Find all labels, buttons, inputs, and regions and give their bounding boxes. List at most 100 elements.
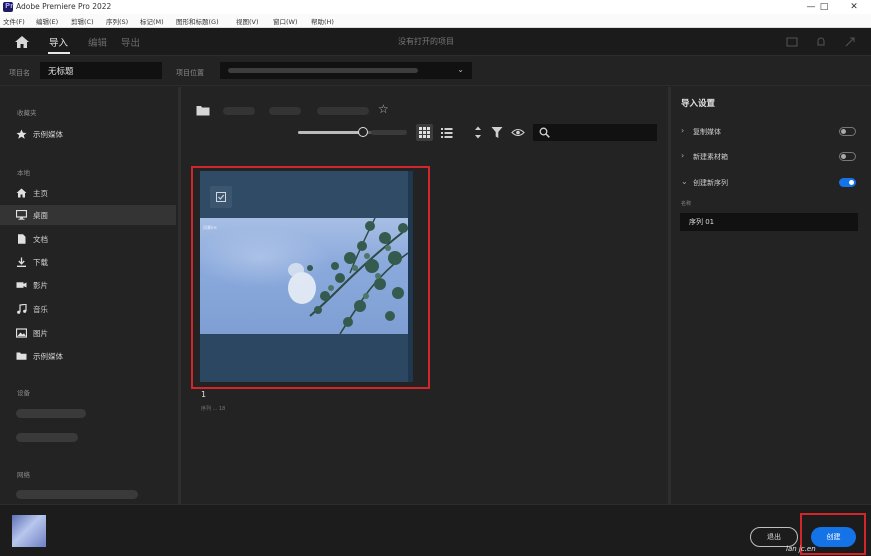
setting-label: 新建素材箱: [693, 153, 728, 161]
sidebar-heading-devices: 设备: [17, 389, 30, 397]
clip-name: 1: [201, 390, 207, 399]
sidebar-item-pictures[interactable]: 图片: [0, 323, 176, 343]
grid-icon: [419, 127, 430, 138]
sidebar-item-documents[interactable]: 文档: [0, 229, 176, 249]
watermark-text: lan jc.en: [786, 545, 816, 553]
zoom-slider-thumb[interactable]: [358, 127, 368, 137]
sidebar-item-label: 影片: [33, 281, 48, 290]
setting-label: 复制媒体: [693, 128, 721, 136]
folder-icon[interactable]: [196, 105, 210, 116]
filter-icon[interactable]: [490, 126, 504, 139]
home-icon[interactable]: [14, 35, 30, 49]
zoom-slider-rest: [371, 130, 407, 135]
document-icon: [18, 234, 26, 244]
sidebar-item-videos[interactable]: 影片: [0, 275, 176, 295]
workspace-icon[interactable]: [786, 36, 798, 48]
tab-import[interactable]: 导入: [49, 35, 68, 49]
zoom-slider-fill: [298, 131, 364, 134]
project-title: 没有打开的项目: [398, 37, 454, 46]
project-location-select[interactable]: ⌄: [220, 62, 472, 79]
device-item-blurred[interactable]: [16, 433, 78, 442]
list-view-icon[interactable]: [440, 126, 454, 139]
sidebar-item-label: 主页: [33, 189, 48, 198]
sidebar-item-label: 示例媒体: [33, 352, 63, 361]
menu-markers[interactable]: 标记(M): [140, 16, 164, 26]
device-item-blurred[interactable]: [16, 409, 86, 418]
setting-new-bin[interactable]: › 新建素材箱: [671, 148, 871, 166]
sidebar-item-sample-media-favorite[interactable]: 示例媒体: [0, 124, 176, 144]
search-field[interactable]: [533, 124, 657, 141]
active-tab-indicator: [48, 52, 70, 54]
window-title: Adobe Premiere Pro 2022: [16, 2, 112, 11]
create-sequence-toggle[interactable]: [839, 178, 856, 187]
menu-file[interactable]: 文件(F): [3, 16, 25, 26]
chevron-down-icon: ⌄: [681, 177, 688, 186]
desktop-icon: [16, 210, 27, 220]
preview-eye-icon[interactable]: [511, 126, 525, 139]
setting-create-sequence[interactable]: ⌄ 创建新序列: [671, 174, 871, 192]
network-item-blurred[interactable]: [16, 490, 138, 499]
file-sidebar: 收藏夹 示例媒体 本地 主页 桌面 文档 下载 影片 音乐 图片 示例媒体 设备…: [0, 87, 178, 504]
star-icon[interactable]: ☆: [378, 102, 389, 116]
menu-clip[interactable]: 剪辑(C): [71, 16, 94, 26]
sidebar-heading-network: 网络: [17, 471, 30, 479]
chevron-right-icon: ›: [681, 126, 685, 135]
project-name-label: 项目名: [9, 69, 30, 77]
menu-edit[interactable]: 编辑(E): [36, 16, 58, 26]
sidebar-item-label: 示例媒体: [33, 130, 63, 139]
import-settings-title: 导入设置: [681, 99, 716, 109]
grid-view-button[interactable]: [416, 124, 433, 141]
sidebar-item-music[interactable]: 音乐: [0, 299, 176, 319]
new-bin-toggle[interactable]: [839, 152, 856, 161]
breadcrumb-blurred[interactable]: [317, 107, 369, 115]
selection-highlight-box: [191, 166, 430, 389]
sidebar-heading-local: 本地: [17, 169, 30, 177]
copy-media-toggle[interactable]: [839, 127, 856, 136]
chevron-right-icon: ›: [681, 151, 685, 160]
menu-help[interactable]: 帮助(H): [311, 16, 334, 26]
sidebar-item-label: 音乐: [33, 305, 48, 314]
sequence-name-input[interactable]: [680, 213, 858, 231]
menu-window[interactable]: 窗口(W): [273, 16, 298, 26]
menu-bar: 文件(F) 编辑(E) 剪辑(C) 序列(S) 标记(M) 图形和标题(G) 视…: [0, 14, 871, 28]
exit-button[interactable]: 退出: [750, 527, 798, 547]
music-icon: [17, 304, 27, 314]
notification-icon[interactable]: [815, 36, 827, 48]
sidebar-item-label: 下载: [33, 258, 48, 267]
home-icon: [16, 188, 27, 198]
project-location-label: 项目位置: [176, 69, 204, 77]
sidebar-item-label: 文档: [33, 235, 48, 244]
close-window-button[interactable]: ✕: [842, 0, 866, 14]
setting-copy-media[interactable]: › 复制媒体: [671, 123, 871, 141]
sidebar-item-desktop[interactable]: 桌面: [0, 205, 176, 225]
clip-metadata: 序列 ... 18: [201, 406, 226, 412]
app-header: 导入 编辑 导出 没有打开的项目: [0, 28, 871, 56]
sidebar-item-sample-media[interactable]: 示例媒体: [0, 346, 176, 366]
sort-icon[interactable]: [471, 126, 485, 139]
setting-label: 创建新序列: [693, 179, 728, 187]
video-icon: [16, 282, 27, 288]
breadcrumb-blurred[interactable]: [269, 107, 301, 115]
project-settings-row: 项目名 项目位置 ⌄: [0, 57, 871, 86]
sidebar-item-home[interactable]: 主页: [0, 183, 176, 203]
menu-graphics[interactable]: 图形和标题(G): [176, 16, 219, 26]
tab-export[interactable]: 导出: [121, 35, 140, 49]
location-path-blurred: [228, 68, 418, 73]
search-input[interactable]: [553, 126, 653, 139]
menu-view[interactable]: 视图(V): [236, 16, 259, 26]
chevron-down-icon: ⌄: [457, 65, 464, 74]
sidebar-item-label: 图片: [33, 329, 48, 338]
project-name-input[interactable]: [40, 62, 162, 79]
footer-bar: 退出 创建: [0, 504, 871, 556]
sidebar-item-label: 桌面: [33, 211, 48, 220]
menu-sequence[interactable]: 序列(S): [106, 16, 128, 26]
breadcrumb-blurred[interactable]: [223, 107, 255, 115]
premiere-logo-icon: Pr: [3, 2, 14, 12]
window-title-bar: Pr Adobe Premiere Pro 2022 — □ ✕: [0, 0, 871, 14]
fullscreen-icon[interactable]: [844, 36, 856, 48]
maximize-button[interactable]: □: [812, 0, 836, 14]
selected-media-thumbnail[interactable]: [12, 515, 46, 547]
tab-edit[interactable]: 编辑: [88, 35, 107, 49]
sidebar-item-downloads[interactable]: 下载: [0, 252, 176, 272]
image-icon: [16, 328, 27, 338]
